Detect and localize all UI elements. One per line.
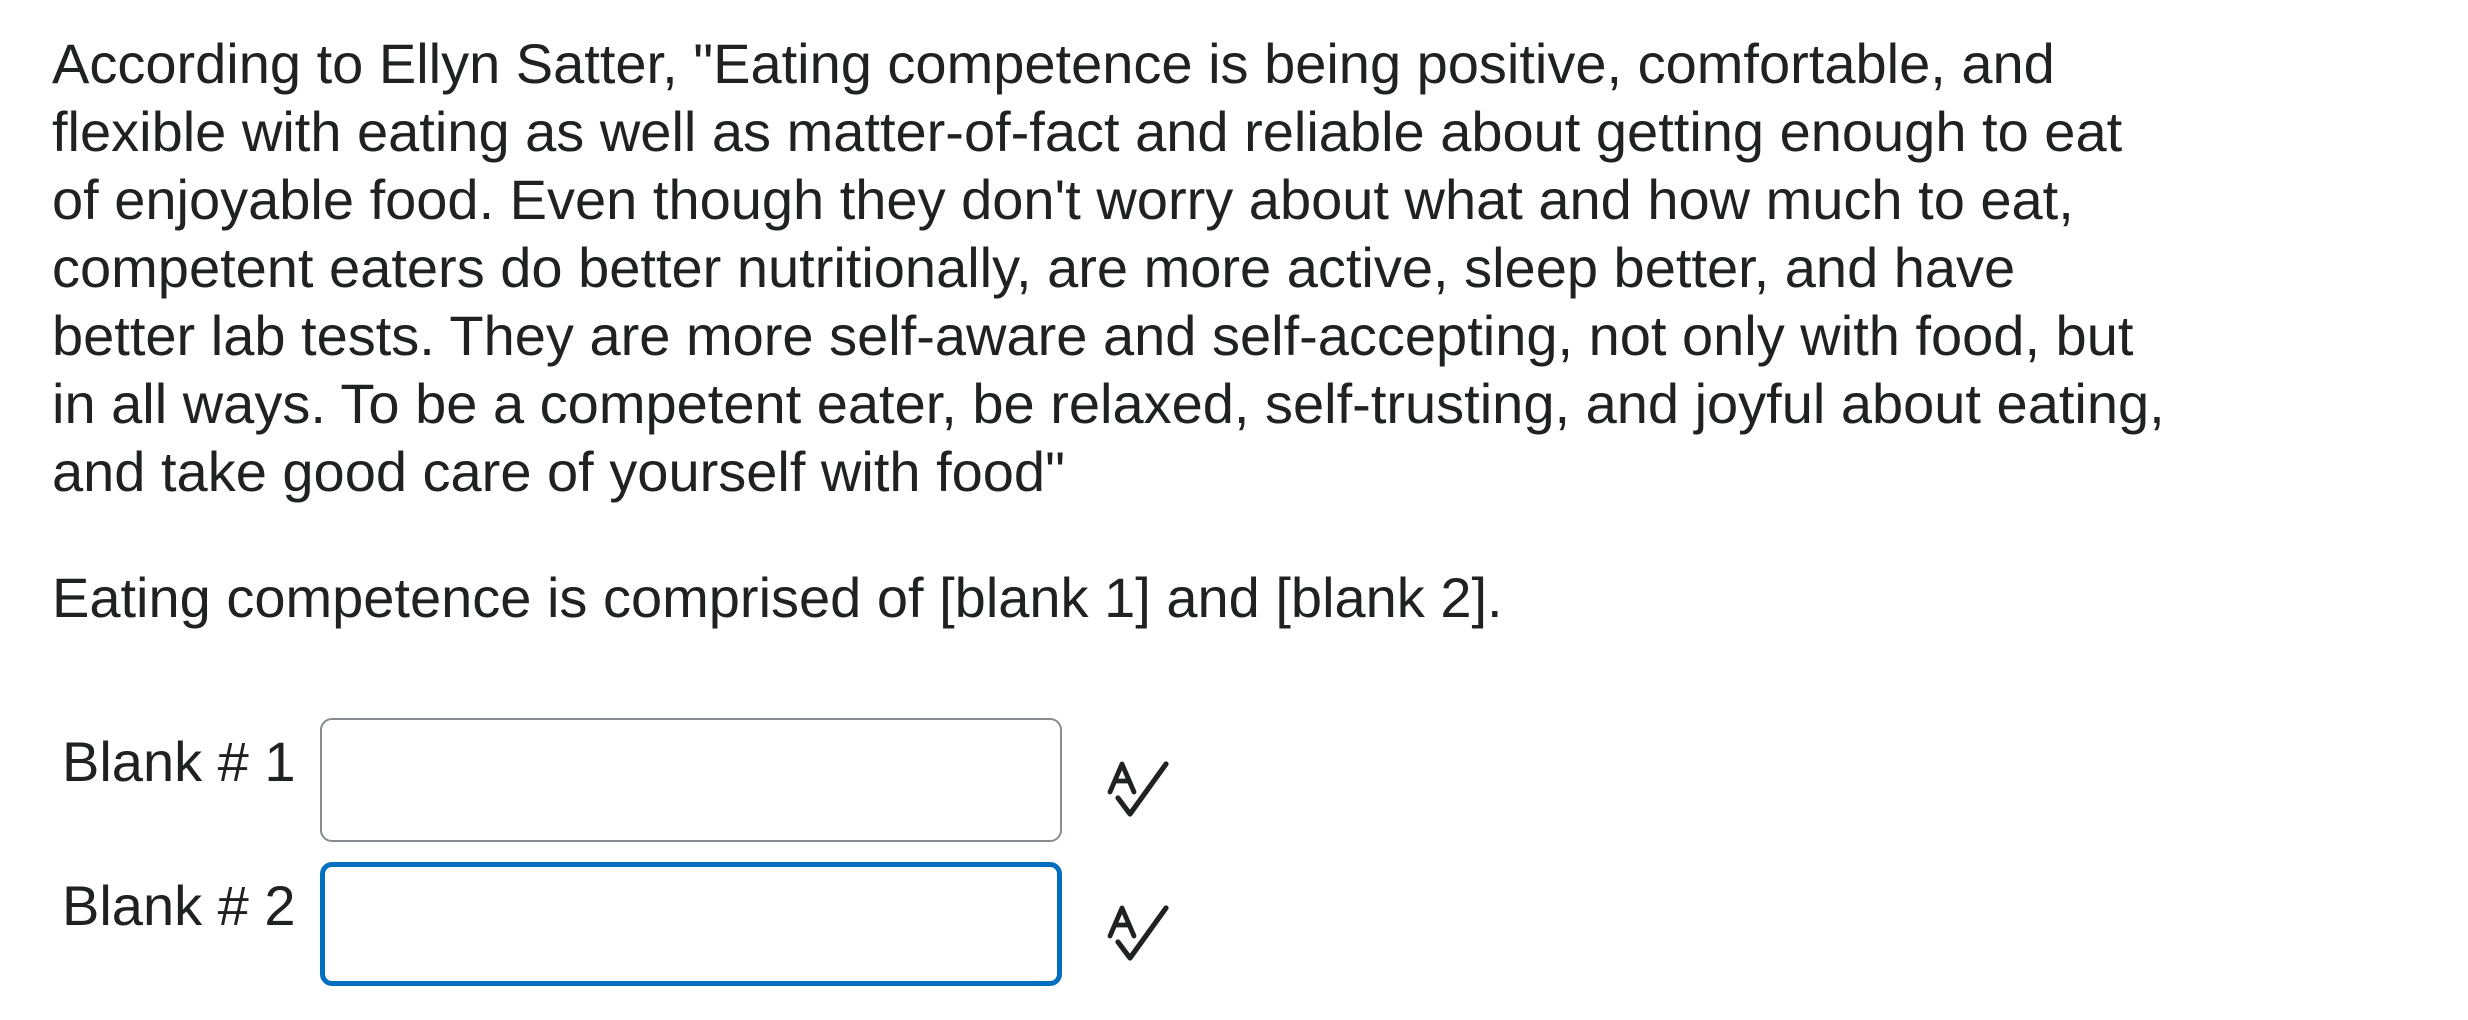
- blank-1-input[interactable]: [320, 718, 1062, 842]
- passage-line: better lab tests. They are more self-awa…: [52, 304, 2134, 367]
- spellcheck-icon[interactable]: [1102, 898, 1174, 970]
- spellcheck-icon[interactable]: [1102, 754, 1174, 826]
- blank-2-row: Blank # 2: [62, 862, 1262, 986]
- blank-1-label: Blank # 1: [62, 730, 296, 793]
- passage-line: flexible with eating as well as matter-o…: [52, 100, 2123, 163]
- passage-line: in all ways. To be a competent eater, be…: [52, 372, 2165, 435]
- passage-line: According to Ellyn Satter, "Eating compe…: [52, 32, 2055, 95]
- blank-2-input[interactable]: [320, 862, 1062, 986]
- passage-line: of enjoyable food. Even though they don'…: [52, 168, 2074, 231]
- question-passage-container: According to Ellyn Satter, "Eating compe…: [52, 30, 2352, 506]
- question-prompt: Eating competence is comprised of [blank…: [52, 566, 1503, 629]
- question-passage: According to Ellyn Satter, "Eating compe…: [52, 30, 2352, 506]
- blank-2-label: Blank # 2: [62, 874, 296, 937]
- blank-1-row: Blank # 1: [62, 718, 1262, 842]
- passage-line: competent eaters do better nutritionally…: [52, 236, 2016, 299]
- passage-line: and take good care of yourself with food…: [52, 440, 1065, 503]
